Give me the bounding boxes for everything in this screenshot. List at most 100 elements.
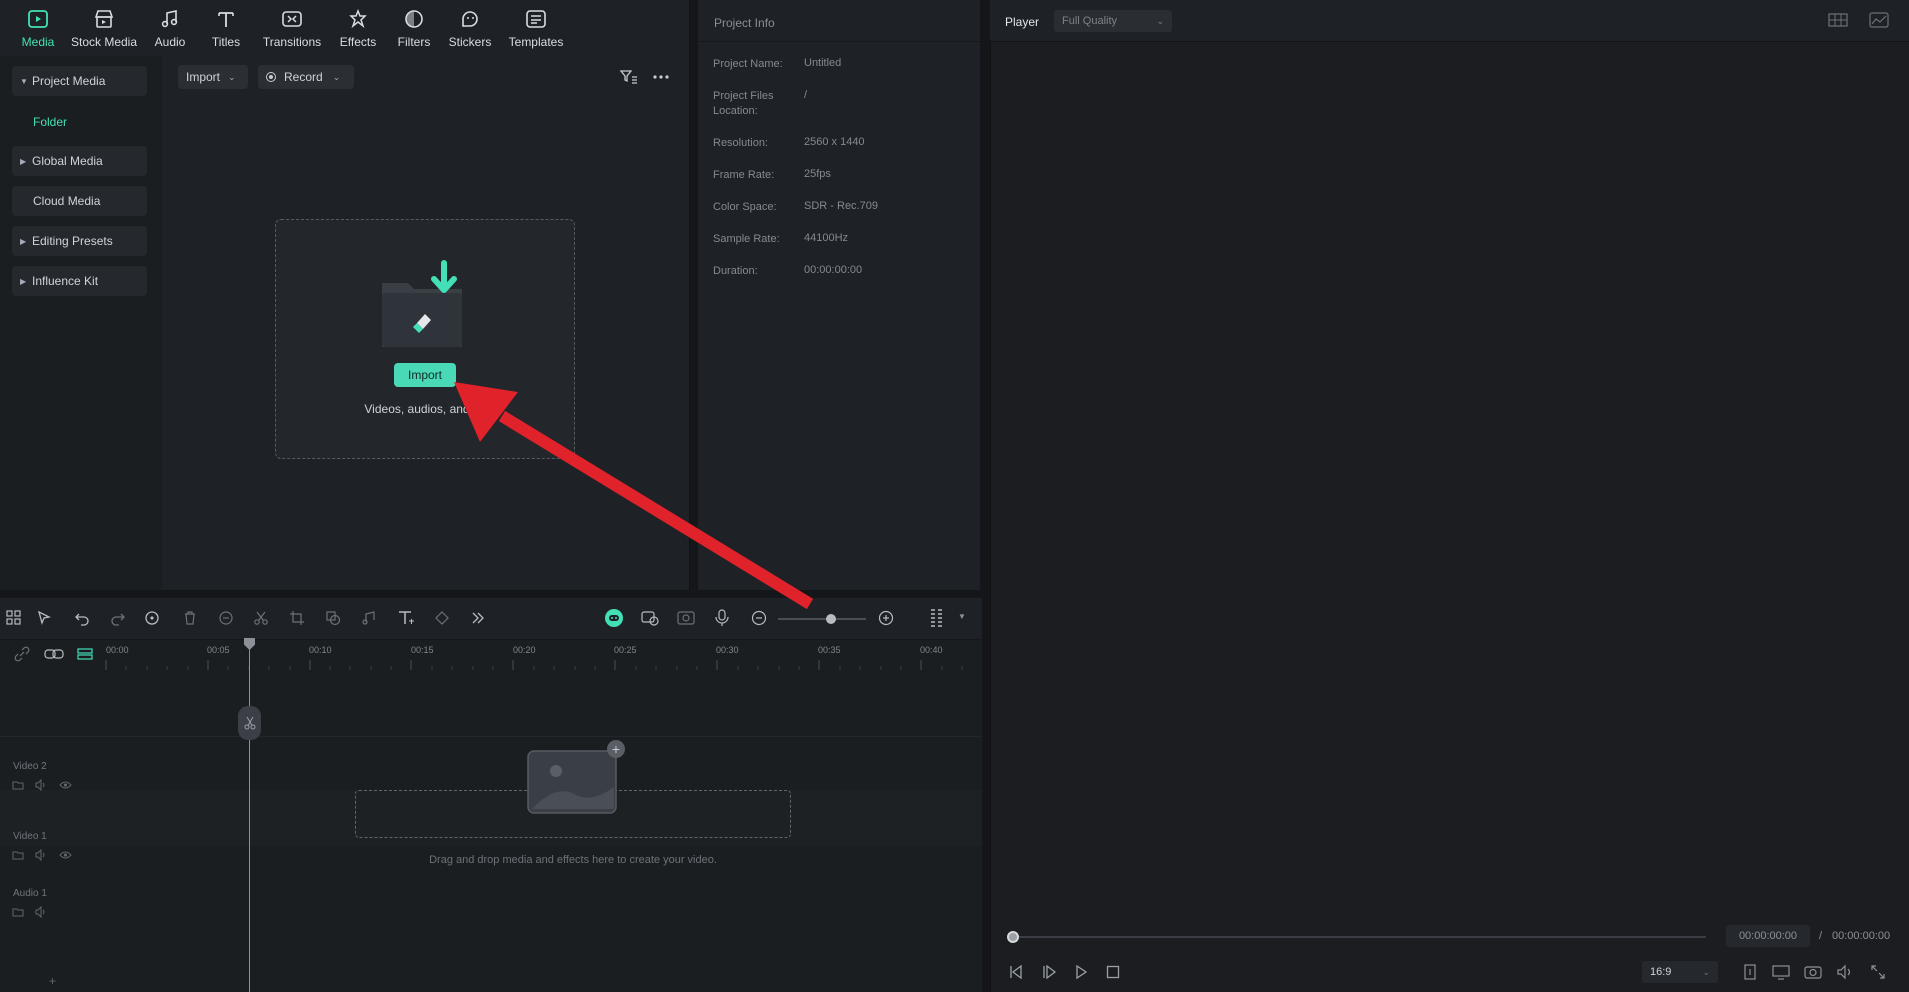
timeline-drop-hint: Drag and drop media and effects here to … (429, 854, 717, 866)
audio-edit-icon[interactable] (359, 608, 379, 628)
redo-icon[interactable] (108, 608, 128, 628)
playhead-handle[interactable] (238, 706, 261, 740)
plus-badge-icon: + (607, 740, 625, 758)
sidebar-item-global-media[interactable]: ▶ Global Media (12, 146, 147, 176)
ai-tool-icon[interactable] (143, 608, 163, 628)
stop-icon[interactable] (1105, 964, 1121, 980)
player-scrubber[interactable] (1012, 936, 1706, 938)
ruler-tick-label: 00:15 (411, 645, 434, 655)
tab-media-label: Media (21, 35, 55, 49)
play-reverse-icon[interactable] (1041, 964, 1057, 980)
timeline-ruler[interactable] (100, 640, 982, 670)
tab-media[interactable]: Media (10, 0, 66, 56)
select-tool-icon[interactable] (35, 608, 55, 628)
delete-icon[interactable] (180, 608, 200, 628)
info-key: Duration: (713, 265, 758, 277)
sidebar-item-influence-kit[interactable]: ▶ Influence Kit (12, 266, 147, 296)
ruler-tick-label: 00:05 (207, 645, 230, 655)
detach-icon[interactable] (216, 608, 236, 628)
folder-icon[interactable] (12, 906, 24, 918)
fullscreen-icon[interactable] (1869, 963, 1887, 981)
sidebar-item-project-media[interactable]: ▼ Project Media (12, 66, 147, 96)
zoom-in-icon[interactable] (876, 608, 896, 628)
tab-effects[interactable]: Effects (330, 0, 386, 56)
transitions-icon (280, 7, 304, 31)
import-dropdown[interactable]: Import ⌄ (178, 65, 248, 89)
top-toolbar: Media Stock Media Audio Titles Transitio… (0, 0, 690, 56)
tab-filters[interactable]: Filters (386, 0, 442, 56)
crop-icon[interactable] (287, 608, 307, 628)
current-timecode[interactable]: 00:00:00:00 (1726, 925, 1810, 947)
zoom-slider[interactable] (778, 618, 866, 620)
info-value: / (804, 89, 808, 101)
playhead-line[interactable] (249, 640, 250, 992)
text-tool-icon[interactable] (396, 608, 416, 628)
sidebar-item-label: Cloud Media (33, 194, 101, 208)
speaker-icon[interactable] (35, 906, 47, 918)
eye-icon[interactable] (59, 850, 72, 860)
snapshot-icon[interactable] (1804, 963, 1822, 981)
tab-stock-media-label: Stock Media (70, 35, 138, 49)
more-options-icon[interactable] (652, 70, 670, 84)
previous-frame-icon[interactable] (1008, 964, 1024, 980)
tab-titles[interactable]: Titles (198, 0, 254, 56)
undo-icon[interactable] (72, 608, 92, 628)
record-dropdown-label: Record (284, 70, 323, 84)
track-divider (0, 736, 982, 737)
info-key: Color Space: (713, 201, 777, 213)
tab-templates[interactable]: Templates (498, 0, 574, 56)
caret-right-icon: ▶ (20, 276, 27, 286)
track-layout-icon[interactable] (926, 608, 946, 628)
stock-media-icon (92, 7, 116, 31)
effects-icon (346, 7, 370, 31)
music-note-icon (158, 7, 182, 31)
zoom-slider-handle[interactable] (826, 614, 836, 624)
record-dropdown[interactable]: Record ⌄ (258, 65, 354, 89)
ruler-tick-label: 00:30 (716, 645, 739, 655)
mask-icon[interactable] (323, 608, 343, 628)
eye-icon[interactable] (59, 780, 72, 790)
info-key: Frame Rate: (713, 169, 775, 181)
grid-view-icon[interactable] (1828, 12, 1848, 28)
link-clips-icon[interactable] (44, 646, 64, 662)
info-value: SDR - Rec.709 (804, 200, 878, 212)
tab-templates-label: Templates (508, 35, 564, 49)
volume-icon[interactable] (1836, 963, 1854, 981)
sidebar-item-folder[interactable]: Folder (12, 107, 147, 137)
aspect-ratio-value: 16:9 (1650, 966, 1672, 978)
total-timecode: 00:00:00:00 (1832, 930, 1891, 942)
scissors-icon[interactable] (251, 608, 271, 628)
quality-select[interactable]: Full Quality ⌄ (1054, 10, 1172, 32)
unlink-icon[interactable] (14, 646, 30, 662)
sidebar-item-editing-presets[interactable]: ▶ Editing Presets (12, 226, 147, 256)
aspect-ratio-select[interactable]: 16:9 ⌄ (1642, 961, 1718, 983)
track-name-video-2: Video 2 (13, 761, 47, 772)
tab-titles-label: Titles (211, 35, 241, 49)
track-name-audio-1: Audio 1 (13, 888, 47, 899)
caret-down-icon[interactable]: ▼ (958, 612, 966, 621)
info-value: 2560 x 1440 (804, 136, 865, 148)
play-icon[interactable] (1073, 964, 1089, 980)
sidebar-item-cloud-media[interactable]: Cloud Media (12, 186, 147, 216)
mark-in-icon[interactable] (1742, 963, 1758, 981)
speaker-icon[interactable] (35, 849, 47, 861)
ruler-tick-label: 00:35 (818, 645, 841, 655)
folder-icon[interactable] (12, 849, 24, 861)
speaker-icon[interactable] (35, 779, 47, 791)
sidebar-item-label: Project Media (32, 74, 106, 88)
folder-icon[interactable] (12, 779, 24, 791)
tab-stickers[interactable]: Stickers (442, 0, 498, 56)
ruler-tick-label: 00:00 (106, 645, 129, 655)
display-settings-icon[interactable] (1772, 963, 1790, 981)
info-value: 00:00:00:00 (804, 264, 863, 276)
scopes-icon[interactable] (1869, 12, 1889, 28)
magnetic-track-icon[interactable] (76, 646, 94, 662)
tab-stock-media[interactable]: Stock Media (66, 0, 142, 56)
tab-transitions[interactable]: Transitions (254, 0, 330, 56)
add-track-button[interactable]: + (49, 974, 56, 988)
tab-audio[interactable]: Audio (142, 0, 198, 56)
layout-grid-icon[interactable] (4, 608, 24, 628)
caret-right-icon: ▶ (20, 156, 27, 166)
filter-sort-icon[interactable] (619, 68, 639, 86)
scrubber-handle[interactable] (1007, 931, 1019, 943)
